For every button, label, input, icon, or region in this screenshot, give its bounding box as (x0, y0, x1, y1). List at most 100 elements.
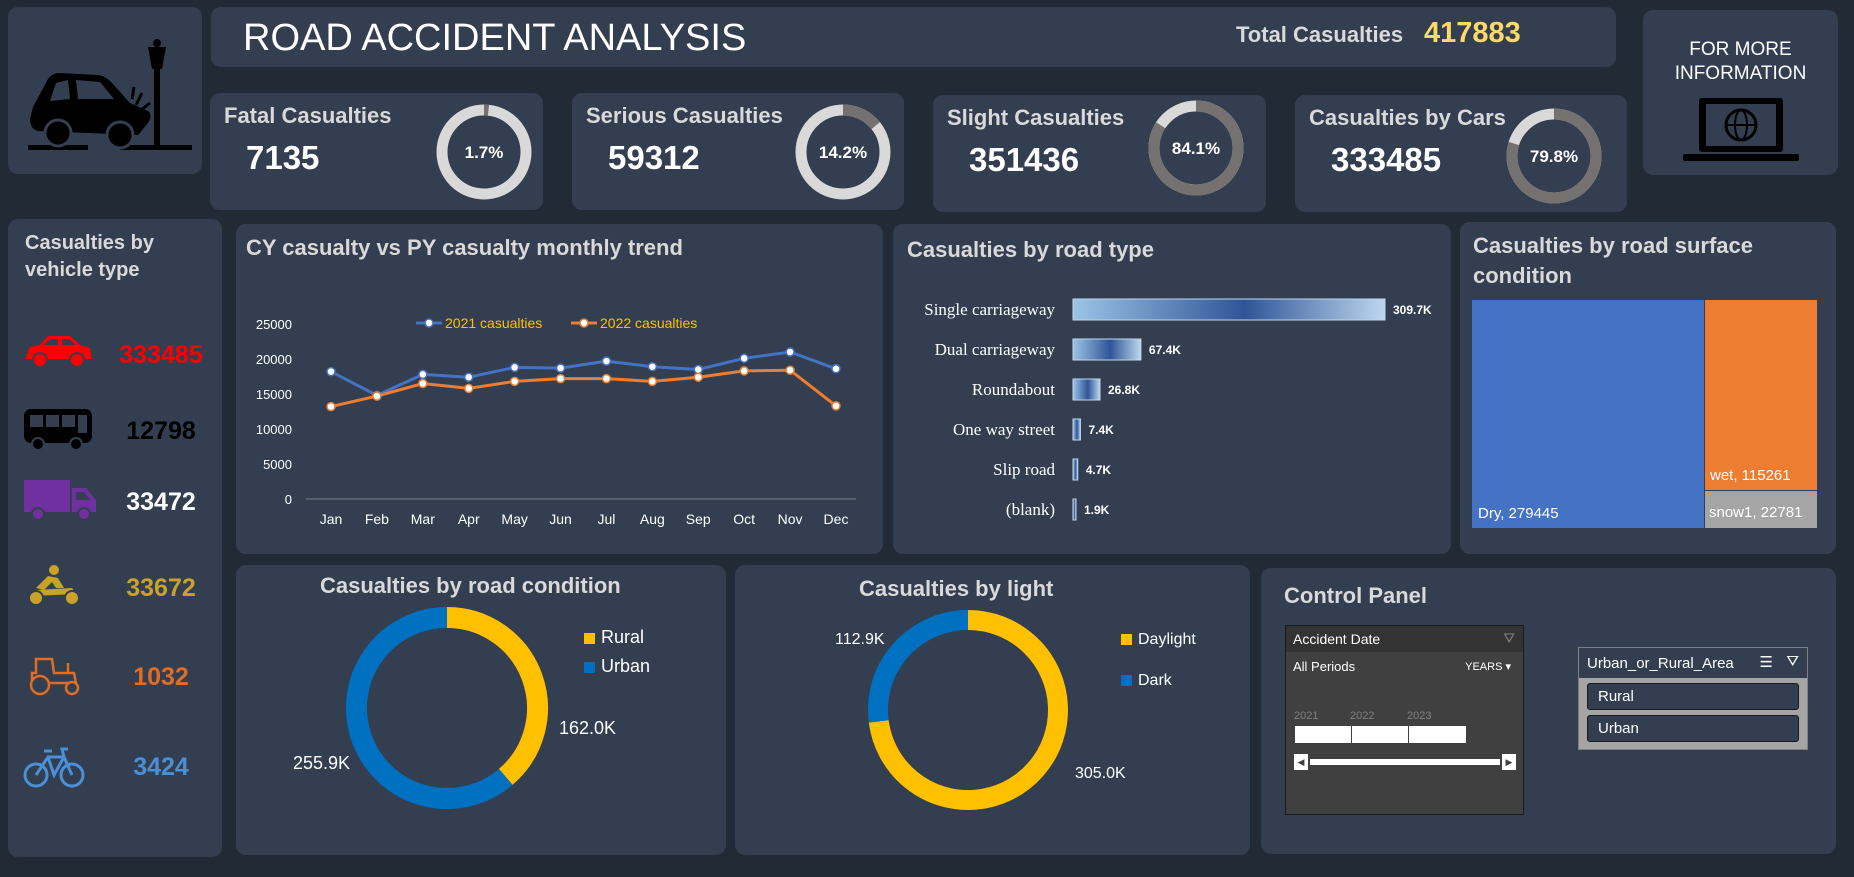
x-tick-label: Apr (458, 511, 480, 527)
bar (1072, 458, 1079, 481)
laptop-globe-icon (1683, 98, 1799, 161)
bar-category-label: (blank) (1006, 500, 1055, 519)
data-point (739, 353, 749, 364)
vehicle-value: 12798 (126, 417, 196, 445)
treemap-label: wet, 115261 (1710, 467, 1791, 484)
vehicle-row-bicycle: 3424 (22, 743, 212, 793)
x-tick-label: Jun (549, 511, 572, 527)
vehicle-value: 33672 (126, 574, 196, 602)
bar-value-label: 309.7K (1393, 303, 1432, 317)
year-label: 2023 (1407, 710, 1432, 722)
data-point (555, 373, 566, 384)
control-panel: Control Panel Accident Date ⛛ All Period… (1261, 568, 1836, 854)
surface-condition-panel: Casualties by road surface condition Dry… (1460, 222, 1836, 554)
area-slicer: Urban_or_Rural_Area ☰ ⛛ Rural Urban (1578, 647, 1808, 750)
data-point (372, 391, 382, 401)
clear-filter-icon[interactable]: ⛛ (1786, 653, 1799, 670)
kpi-label: Fatal Casualties (224, 103, 392, 128)
page-title: ROAD ACCIDENT ANALYSIS (243, 17, 747, 59)
data-point (326, 401, 336, 412)
donut-slice (346, 607, 513, 809)
bar (1072, 378, 1101, 401)
all-periods-label: All Periods (1293, 659, 1356, 674)
car-crash-icon (28, 39, 192, 150)
data-point (463, 383, 474, 394)
bicycle-icon (23, 747, 85, 788)
x-tick-label: Aug (640, 511, 665, 527)
data-point (601, 373, 612, 384)
data-point (601, 356, 612, 366)
vehicle-row-bus: 12798 (22, 407, 212, 457)
kpi-value: 333485 (1331, 141, 1442, 178)
year-label: 2021 (1294, 710, 1319, 722)
data-point (326, 366, 336, 377)
data-point (831, 364, 841, 374)
control-panel-title: Control Panel (1284, 583, 1428, 608)
light-condition-panel: Casualties by light Daylight Dark 305.0K… (735, 565, 1250, 855)
vehicle-row-car: 333485 (22, 331, 212, 381)
kpi-card-fatal: Fatal Casualties 7135 1.7% (210, 93, 543, 210)
clear-filter-icon[interactable]: ⛛ (1503, 630, 1515, 647)
bar-category-label: Dual carriageway (935, 340, 1056, 359)
more-info-button[interactable]: FOR MORE INFORMATION (1643, 10, 1838, 175)
treemap-tile-wet: wet, 115261 (1705, 300, 1817, 490)
slicer-option-urban[interactable]: Urban (1587, 715, 1799, 742)
x-tick-label: Mar (411, 511, 435, 527)
more-info-label: FOR MORE INFORMATION (1674, 39, 1807, 84)
x-tick-label: Feb (365, 511, 389, 527)
y-tick-label: 20000 (256, 352, 292, 367)
kpi-value: 59312 (608, 139, 700, 176)
legend-daylight: Daylight (1121, 631, 1196, 649)
bar (1072, 498, 1077, 521)
vehicle-value: 1032 (133, 663, 189, 691)
area-slicer-header: Urban_or_Rural_Area ☰ ⛛ (1579, 648, 1807, 678)
kpi-label: Slight Casualties (947, 105, 1125, 130)
y-tick-label: 25000 (256, 317, 292, 332)
timeline-scrollbar[interactable]: ◀ ▶ (1294, 754, 1516, 770)
date-slicer: Accident Date ⛛ All Periods YEARS ▾ 2021… (1285, 625, 1524, 815)
data-point (418, 378, 428, 389)
data-point (739, 366, 749, 376)
vehicle-row-van: 33472 (22, 478, 212, 528)
trend-line-chart: 0 5000 10000 15000 20000 25000 Jan Feb Mar Apr May… (256, 315, 856, 527)
y-tick-label: 0 (285, 492, 292, 507)
x-tick-label: Jul (598, 511, 616, 527)
data-point (647, 376, 658, 387)
bar (1072, 298, 1386, 321)
donut-label-urban: 255.9K (293, 753, 351, 773)
total-casualties-label: Total Casualties (1236, 22, 1404, 47)
treemap-tile-dry: Dry, 279445 (1472, 300, 1704, 528)
kpi-label: Serious Casualties (586, 103, 783, 128)
bar-category-label: Roundabout (972, 380, 1055, 399)
data-point (509, 376, 520, 387)
timeline-bar[interactable] (1294, 726, 1466, 743)
bar (1072, 418, 1081, 441)
road-condition-donut (346, 607, 548, 809)
bar-category-label: Single carriageway (924, 300, 1055, 319)
vehicle-type-panel: Casualties by vehicle type 333485 12798 (8, 219, 222, 857)
vehicle-type-title: Casualties by vehicle type (25, 232, 154, 281)
legend-dark: Dark (1121, 672, 1172, 690)
data-point (693, 364, 704, 375)
data-point (831, 401, 841, 411)
total-casualties-value: 417883 (1424, 17, 1521, 49)
bar-category-label: Slip road (993, 460, 1055, 479)
treemap-label: snow1, 22781 (1709, 504, 1803, 521)
data-point (509, 362, 520, 373)
data-point (693, 372, 704, 382)
bar-value-label: 7.4K (1088, 423, 1114, 437)
vehicle-value: 3424 (133, 753, 189, 781)
slicer-option-rural[interactable]: Rural (1587, 683, 1799, 710)
car-icon (26, 336, 92, 368)
donut-label-daylight: 305.0K (1075, 765, 1126, 782)
bar-value-label: 67.4K (1149, 343, 1181, 357)
road-condition-panel: Casualties by road condition Rural Urban… (236, 565, 726, 855)
treemap-tile-snow: snow1, 22781 (1705, 491, 1817, 528)
year-label: 2022 (1350, 710, 1375, 722)
kpi-label: Casualties by Cars (1309, 105, 1506, 130)
multi-select-icon[interactable]: ☰ (1760, 653, 1773, 671)
donut-label-dark: 112.9K (835, 631, 885, 648)
kpi-card-serious: Serious Casualties 59312 14.2% (572, 93, 904, 210)
legend-urban: Urban (584, 656, 650, 677)
period-unit-dropdown[interactable]: YEARS ▾ (1465, 660, 1511, 673)
